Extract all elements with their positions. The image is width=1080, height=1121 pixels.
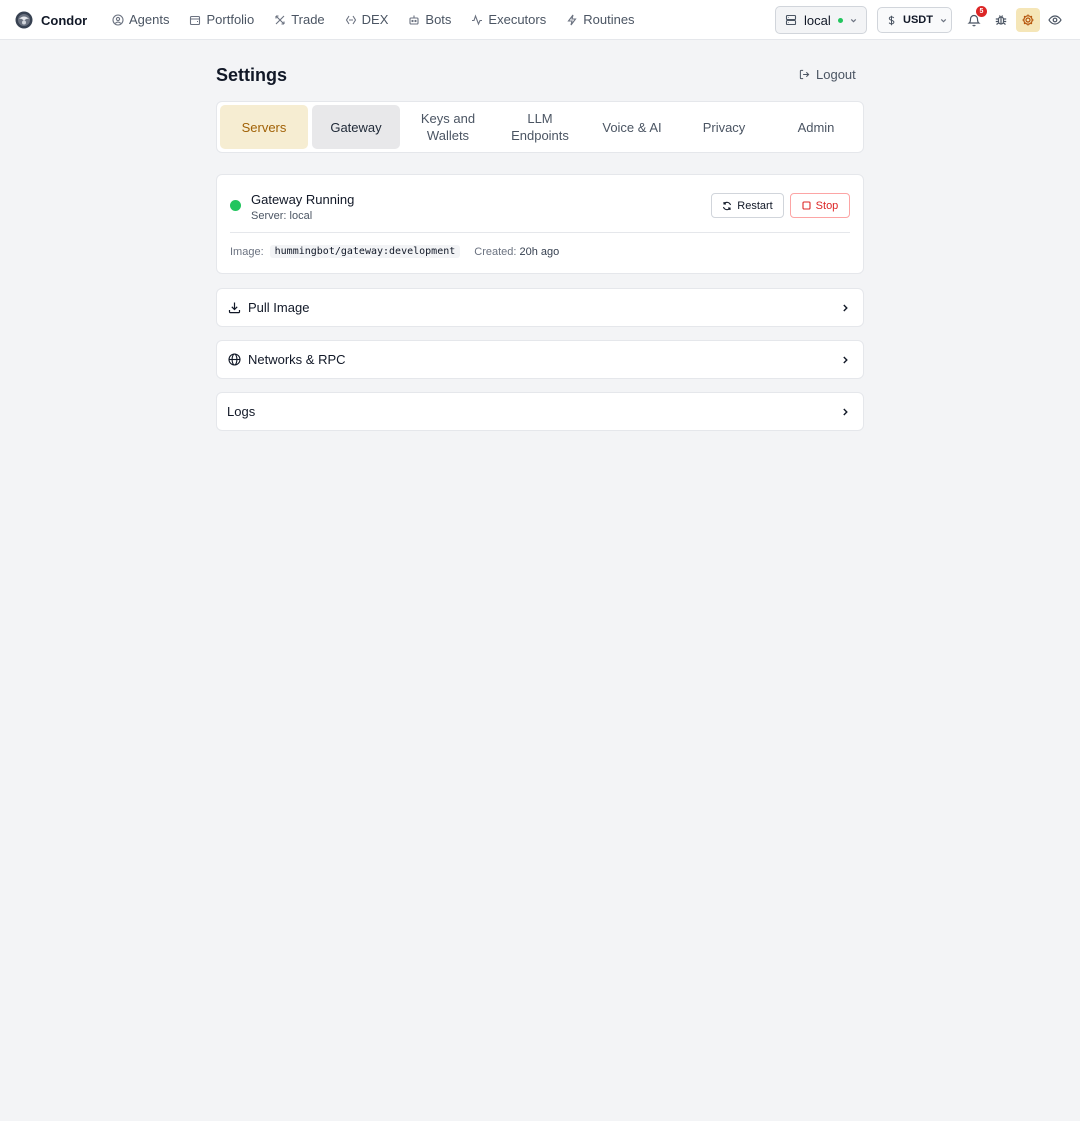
gateway-status-card: Gateway Running Server: local Restart St… <box>216 174 864 274</box>
notifications-button[interactable]: 5 <box>962 6 987 32</box>
settings-tabs: Servers Gateway Keys and Wallets LLM End… <box>216 101 864 153</box>
created-label: Created: <box>474 245 517 258</box>
bots-icon <box>409 15 419 25</box>
restart-button[interactable]: Restart <box>711 193 784 218</box>
debug-button[interactable] <box>989 8 1013 32</box>
section-title: Pull Image <box>248 300 310 315</box>
nav-item-label: Routines <box>583 12 635 27</box>
stop-button[interactable]: Stop <box>790 193 850 218</box>
divider <box>230 232 850 233</box>
tab-privacy[interactable]: Privacy <box>680 105 768 149</box>
nav-item-executors[interactable]: Executors <box>471 12 546 27</box>
gateway-server-line: Server: local <box>251 210 313 222</box>
nav-item-agents[interactable]: Agents <box>112 12 169 27</box>
settings-button[interactable] <box>1016 8 1040 32</box>
gateway-status-indicator <box>230 200 241 211</box>
currency-select[interactable]: USDT <box>877 7 952 33</box>
app-name: Condor <box>41 12 88 28</box>
nav-item-label: Portfolio <box>206 12 255 27</box>
server-select-value: local <box>804 12 831 28</box>
agents-icon <box>112 13 124 26</box>
image-value: hummingbot/gateway:development <box>269 245 461 258</box>
dollar-icon <box>888 15 895 25</box>
tab-llm-endpoints[interactable]: LLM Endpoints <box>496 105 584 149</box>
nav-item-trade[interactable]: Trade <box>274 12 325 27</box>
tab-gateway[interactable]: Gateway <box>312 105 400 149</box>
stop-label: Stop <box>815 199 839 212</box>
nav-item-label: Bots <box>425 12 452 27</box>
logout-button[interactable]: Logout <box>799 67 856 82</box>
gateway-status-title: Gateway Running <box>251 192 355 207</box>
notification-count-badge: 5 <box>976 6 987 17</box>
bug-icon <box>995 15 1007 25</box>
nav-item-label: Agents <box>129 12 170 27</box>
main-nav: Agents Portfolio Trade DEX Bots Executor… <box>112 12 655 27</box>
privacy-toggle-button[interactable] <box>1043 8 1067 32</box>
chevron-down-icon <box>850 18 856 22</box>
server-icon <box>785 14 797 26</box>
chevron-right-icon <box>843 304 848 312</box>
globe-icon <box>228 353 241 366</box>
networks-rpc-section[interactable]: Networks & RPC <box>216 340 864 379</box>
logout-label: Logout <box>816 67 856 82</box>
tab-servers[interactable]: Servers <box>220 105 308 149</box>
server-select[interactable]: local <box>775 6 867 34</box>
nav-item-label: DEX <box>361 12 389 27</box>
chevron-down-icon <box>940 18 947 22</box>
trade-icon <box>275 14 285 25</box>
download-icon <box>228 302 241 314</box>
tab-voice-and-ai[interactable]: Voice & AI <box>588 105 676 149</box>
nav-item-routines[interactable]: Routines <box>566 12 635 27</box>
routines-icon <box>567 14 577 25</box>
refresh-icon <box>723 201 732 210</box>
page-title: Settings <box>216 65 288 85</box>
nav-item-dex[interactable]: DEX <box>345 12 389 27</box>
nav-item-portfolio[interactable]: Portfolio <box>189 12 254 27</box>
tab-keys-and-wallets[interactable]: Keys and Wallets <box>404 105 492 149</box>
created-value: 20h ago <box>519 245 560 258</box>
portfolio-icon <box>190 15 201 25</box>
stop-icon <box>802 201 811 210</box>
top-navigation-bar: Condor Agents Portfolio Trade DEX Bots E… <box>0 0 1080 40</box>
section-title: Networks & RPC <box>248 352 346 367</box>
dex-icon <box>345 15 356 24</box>
chevron-right-icon <box>843 356 848 364</box>
chevron-right-icon <box>843 408 848 416</box>
gateway-meta: Image: hummingbot/gateway:development Cr… <box>230 245 559 258</box>
logout-icon <box>799 69 810 80</box>
pull-image-section[interactable]: Pull Image <box>216 288 864 327</box>
image-label: Image: <box>230 245 264 258</box>
eye-icon <box>1048 15 1062 25</box>
currency-select-value: USDT <box>903 14 933 26</box>
nav-item-bots[interactable]: Bots <box>408 12 451 27</box>
section-title: Logs <box>227 404 256 419</box>
gear-icon <box>1022 14 1034 26</box>
restart-label: Restart <box>737 199 773 212</box>
condor-logo-icon <box>15 11 33 29</box>
logs-section[interactable]: Logs <box>216 392 864 431</box>
executors-icon <box>472 13 483 25</box>
server-status-dot <box>837 17 843 23</box>
nav-item-label: Executors <box>488 12 547 27</box>
nav-item-label: Trade <box>291 12 325 27</box>
tab-admin[interactable]: Admin <box>772 105 860 149</box>
brand[interactable]: Condor <box>15 11 87 29</box>
